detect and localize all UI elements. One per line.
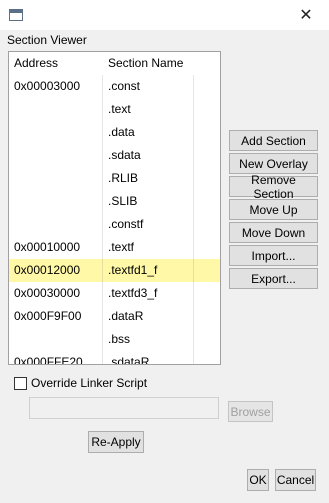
override-linker-script-checkbox[interactable]: [14, 377, 27, 390]
section-name-cell: .bss: [102, 328, 194, 351]
section-table[interactable]: Address Section Name 0x00003000 .const .te…: [8, 51, 221, 365]
table-row[interactable]: .data: [9, 121, 220, 144]
table-row[interactable]: .bss: [9, 328, 220, 351]
remove-section-button[interactable]: Remove Section: [229, 173, 318, 201]
table-row[interactable]: 0x00003000 .const: [9, 75, 220, 98]
section-name-cell: .data: [102, 121, 194, 144]
table-row[interactable]: 0x000F9F00 .dataR: [9, 305, 220, 328]
address-cell: [9, 98, 102, 121]
ok-button[interactable]: OK: [247, 469, 269, 491]
browse-button: Browse: [228, 401, 273, 422]
address-cell: 0x00003000: [14, 79, 81, 93]
linker-script-path-input: [29, 397, 219, 419]
reapply-button[interactable]: Re-Apply: [88, 431, 144, 453]
add-section-button[interactable]: Add Section: [229, 130, 318, 151]
address-cell: 0x000FFE20: [14, 355, 83, 365]
address-cell: [9, 213, 102, 236]
table-row[interactable]: 0x00010000 .textf: [9, 236, 220, 259]
table-header: Address Section Name: [9, 52, 220, 75]
section-name-cell: .const: [102, 75, 194, 98]
address-cell: [9, 144, 102, 167]
cancel-button[interactable]: Cancel: [275, 469, 316, 491]
table-row[interactable]: .SLIB: [9, 190, 220, 213]
section-name-cell: .sdataR: [102, 351, 194, 364]
move-down-button[interactable]: Move Down: [229, 222, 318, 243]
section-name-cell: .sdata: [102, 144, 194, 167]
import-button[interactable]: Import...: [229, 245, 318, 266]
window-icon: [9, 9, 23, 21]
section-name-cell: .text: [102, 98, 194, 121]
table-row[interactable]: 0x000FFE20 .sdataR: [9, 351, 220, 365]
address-cell: 0x00010000: [14, 240, 81, 254]
close-button[interactable]: ✕: [283, 0, 329, 30]
address-cell: [9, 121, 102, 144]
section-name-cell: .constf: [102, 213, 194, 236]
section-name-cell: .SLIB: [102, 190, 194, 213]
section-name-cell: .textf: [102, 236, 194, 259]
address-cell: 0x000F9F00: [14, 309, 82, 323]
table-row[interactable]: .constf: [9, 213, 220, 236]
column-header-section-name[interactable]: Section Name: [102, 52, 194, 75]
address-cell: [9, 167, 102, 190]
new-overlay-button[interactable]: New Overlay: [229, 153, 318, 174]
address-cell: 0x00030000: [14, 286, 81, 300]
section-name-cell: .textfd1_f: [102, 259, 194, 282]
move-up-button[interactable]: Move Up: [229, 199, 318, 220]
section-name-cell: .RLIB: [102, 167, 194, 190]
table-row[interactable]: .text: [9, 98, 220, 121]
table-row[interactable]: .sdata: [9, 144, 220, 167]
column-header-address[interactable]: Address: [9, 52, 102, 75]
address-cell: 0x00012000: [14, 263, 81, 277]
override-linker-script-label[interactable]: Override Linker Script: [31, 376, 147, 390]
table-row[interactable]: .RLIB: [9, 167, 220, 190]
address-cell: [9, 328, 102, 351]
table-row[interactable]: 0x00030000 .textfd3_f: [9, 282, 220, 305]
section-name-cell: .dataR: [102, 305, 194, 328]
table-row[interactable]: 0x00012000 .textfd1_f: [9, 259, 220, 282]
export-button[interactable]: Export...: [229, 268, 318, 289]
section-viewer-label: Section Viewer: [7, 33, 87, 47]
address-cell: [9, 190, 102, 213]
close-icon: ✕: [299, 7, 313, 24]
section-name-cell: .textfd3_f: [102, 282, 194, 305]
title-bar: ✕: [0, 0, 329, 30]
